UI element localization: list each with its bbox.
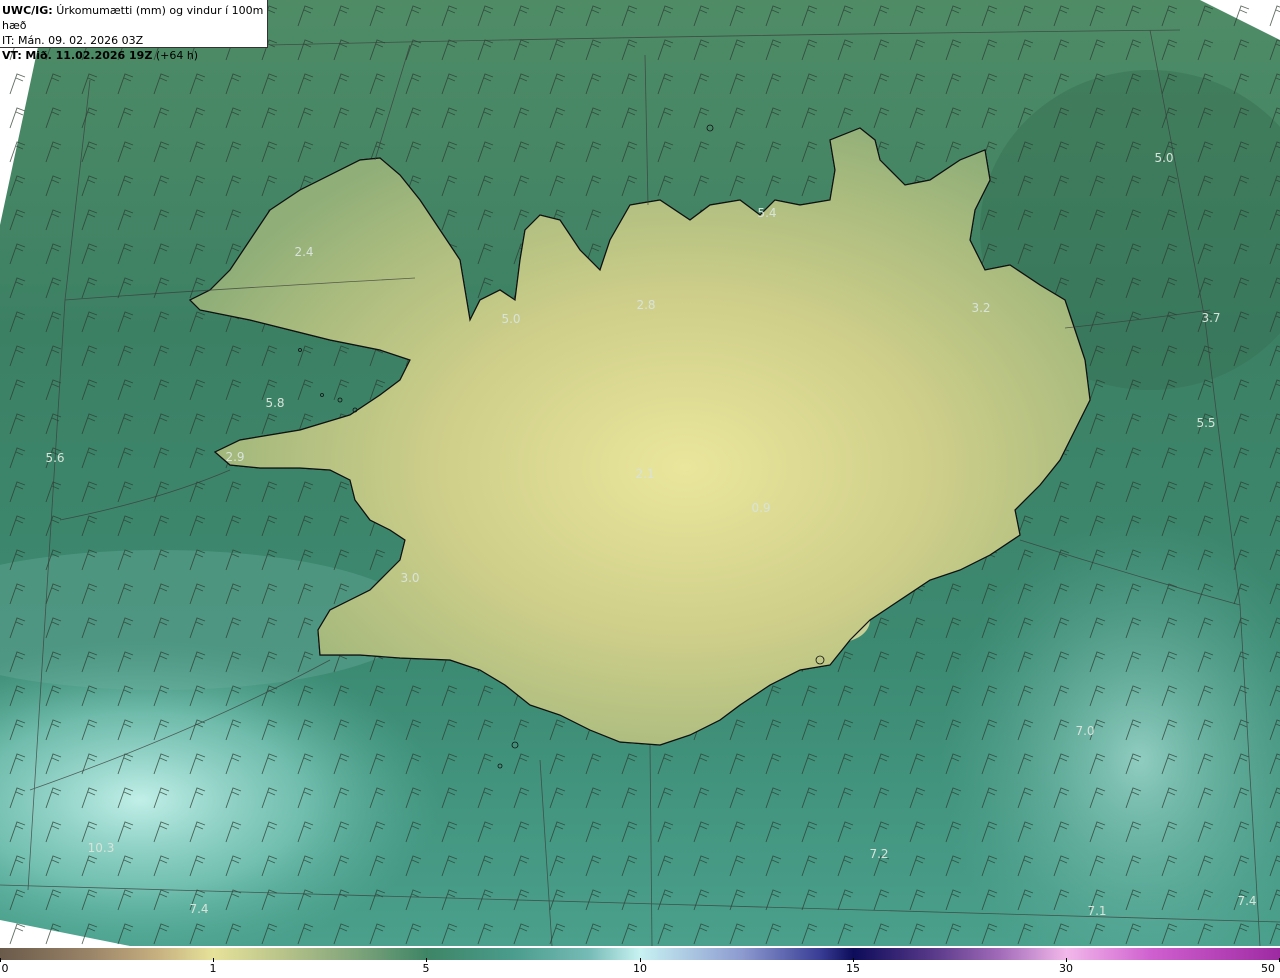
init-time-line: IT: Mán. 09. 02. 2026 03Z bbox=[2, 33, 267, 48]
value-label: 2.8 bbox=[636, 298, 655, 312]
value-label: 5.8 bbox=[265, 396, 284, 410]
colorbar-tick-label: 1 bbox=[209, 962, 217, 975]
value-label: 10.3 bbox=[88, 841, 115, 855]
colorbar-tick-label: 10 bbox=[633, 962, 647, 975]
valid-label: VT: bbox=[2, 49, 22, 62]
title-line: UWC/IG: Úrkomumætti (mm) og vindur í 100… bbox=[2, 3, 267, 33]
precipitation-map: 5.0 5.4 2.4 5.0 2.8 3.2 3.7 5.8 5.6 2.9 … bbox=[0, 0, 1280, 946]
lead-time: (+64 h) bbox=[155, 49, 199, 62]
value-label: 7.0 bbox=[1075, 724, 1094, 738]
value-label: 2.9 bbox=[225, 450, 244, 464]
value-label: 7.1 bbox=[1087, 904, 1106, 918]
value-label: 2.1 bbox=[635, 467, 654, 481]
init-label: IT: bbox=[2, 34, 15, 47]
value-label: 7.2 bbox=[869, 847, 888, 861]
value-label: 0.9 bbox=[751, 501, 770, 515]
value-label: 5.5 bbox=[1196, 416, 1215, 430]
model-name: UWC/IG: bbox=[2, 4, 53, 17]
colorbar-tick-label: 5 bbox=[422, 962, 430, 975]
colorbar-tick-label: 30 bbox=[1059, 962, 1073, 975]
valid-time-line: VT: Mið. 11.02.2026 19Z (+64 h) bbox=[2, 48, 267, 63]
value-label: 7.4 bbox=[1237, 894, 1256, 908]
value-label: 5.0 bbox=[1154, 151, 1173, 165]
colorbar-tick-label: 15 bbox=[846, 962, 860, 975]
value-label: 7.4 bbox=[189, 902, 208, 916]
value-label: 5.6 bbox=[45, 451, 64, 465]
init-time: Mán. 09. 02. 2026 03Z bbox=[17, 34, 144, 47]
value-label: 3.2 bbox=[971, 301, 990, 315]
value-label: 2.4 bbox=[294, 245, 313, 259]
value-label: 5.0 bbox=[501, 312, 520, 326]
colorbar-tick-label: 50 bbox=[1261, 962, 1275, 975]
valid-time: Mið. 11.02.2026 19Z bbox=[25, 49, 153, 62]
value-label: 3.7 bbox=[1201, 311, 1220, 325]
colorbar-tick-label: 0 bbox=[1, 962, 9, 975]
value-label: 5.4 bbox=[757, 206, 776, 220]
forecast-info-box: UWC/IG: Úrkomumætti (mm) og vindur í 100… bbox=[0, 0, 268, 62]
value-label: 3.0 bbox=[400, 571, 419, 585]
